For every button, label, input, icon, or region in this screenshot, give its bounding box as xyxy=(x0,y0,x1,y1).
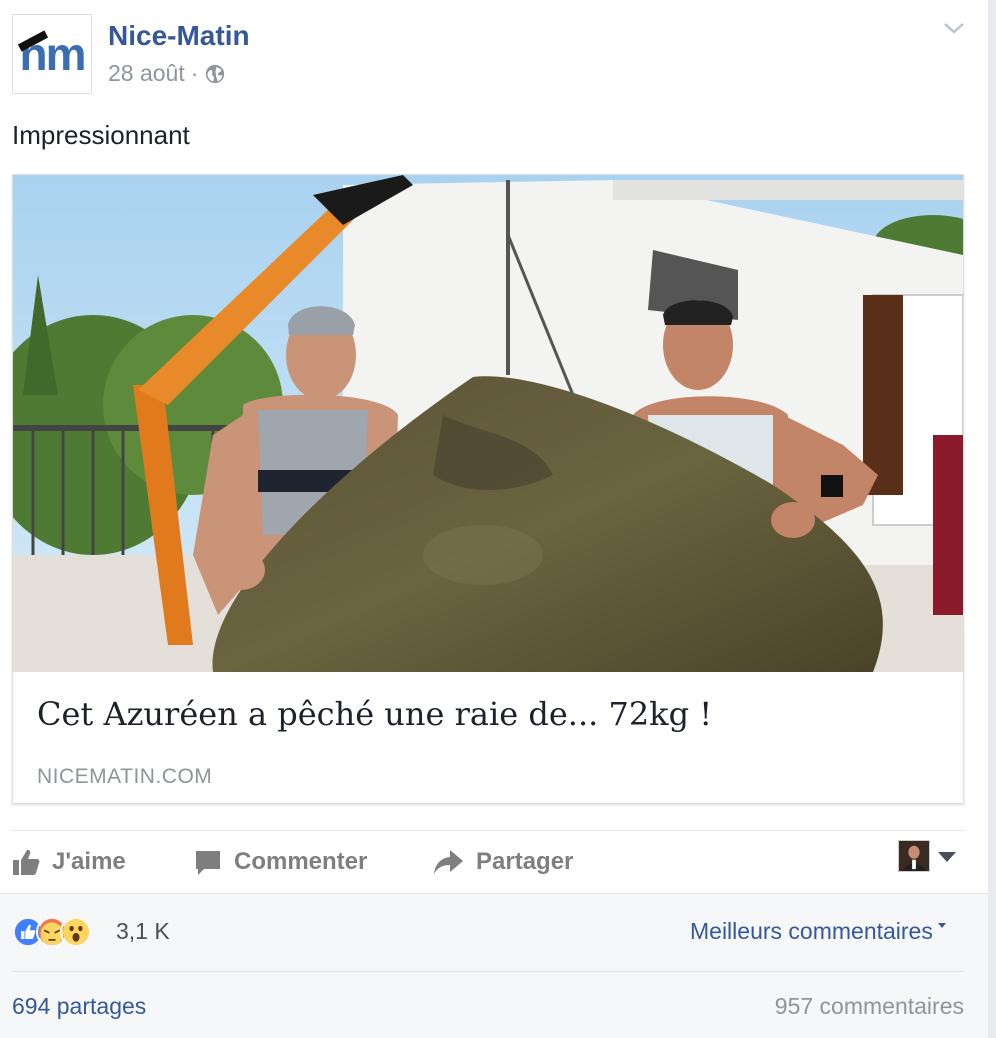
caret-down-icon[interactable] xyxy=(936,850,958,864)
page-avatar[interactable]: nm xyxy=(12,14,92,94)
stats-divider xyxy=(12,971,964,972)
comments-count[interactable]: 957 commentaires xyxy=(775,993,964,1020)
globe-icon xyxy=(206,64,225,83)
share-arrow-icon xyxy=(434,850,463,874)
link-preview-image[interactable] xyxy=(13,175,963,672)
facebook-post: nm Nice-Matin 28 août · Impressionnant C… xyxy=(0,0,996,1038)
link-domain: NICEMATIN.COM xyxy=(37,765,213,788)
shares-count[interactable]: 694 partages xyxy=(12,993,146,1020)
date-separator: · xyxy=(190,60,199,86)
post-date[interactable]: 28 août xyxy=(108,60,185,87)
wow-reaction-icon xyxy=(60,916,92,948)
comment-label: Commenter xyxy=(234,848,368,875)
page-name-link[interactable]: Nice-Matin xyxy=(108,20,250,52)
comment-button[interactable]: Commenter xyxy=(194,844,367,880)
post-message: Impressionnant xyxy=(12,120,190,150)
link-title[interactable]: Cet Azuréen a pêché une raie de... 72kg … xyxy=(37,695,712,733)
link-preview-card[interactable]: Cet Azuréen a pêché une raie de... 72kg … xyxy=(12,174,964,804)
share-label: Partager xyxy=(476,848,574,875)
comment-sort-dropdown[interactable]: Meilleurs commentaires xyxy=(690,918,947,945)
reaction-count[interactable]: 3,1 K xyxy=(116,918,170,945)
page-logo: nm xyxy=(17,27,87,81)
comment-sort-label: Meilleurs commentaires xyxy=(690,918,933,944)
reaction-icons[interactable] xyxy=(12,916,92,948)
thumbs-up-icon xyxy=(13,849,40,875)
action-divider xyxy=(12,830,964,831)
chevron-down-icon[interactable] xyxy=(942,18,966,38)
like-label: J'aime xyxy=(52,848,126,875)
scroll-edge xyxy=(988,0,996,1038)
like-button[interactable]: J'aime xyxy=(12,844,126,880)
comment-bubble-icon xyxy=(196,851,220,875)
caret-down-icon xyxy=(937,923,946,928)
logo-text: nm xyxy=(19,28,87,80)
share-button[interactable]: Partager xyxy=(432,844,573,880)
post-footer: 3,1 K Meilleurs commentaires 694 partage… xyxy=(0,893,988,1038)
post-timestamp[interactable]: 28 août · xyxy=(108,60,226,87)
user-avatar[interactable] xyxy=(898,840,930,872)
